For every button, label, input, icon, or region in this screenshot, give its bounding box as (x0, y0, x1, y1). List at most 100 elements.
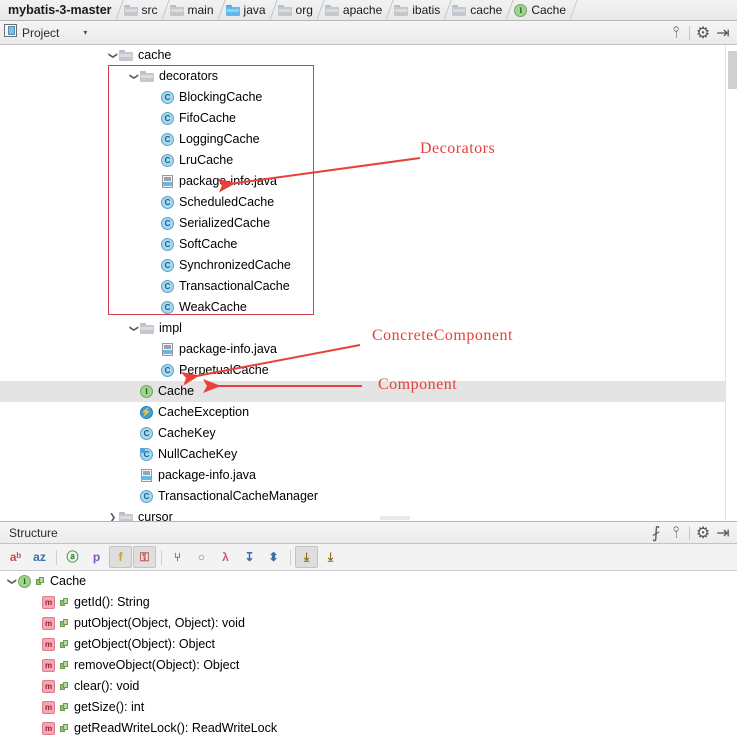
structure-tree-row[interactable]: m putObject(Object, Object): void (0, 613, 737, 634)
tree-row[interactable]: I Cache (0, 381, 737, 402)
tree-row-label: impl (159, 321, 182, 336)
tree-row[interactable]: cache (0, 45, 737, 66)
interface-icon: I (140, 385, 153, 398)
tree-row-label: package-info.java (179, 342, 277, 357)
show-interfaces-button[interactable]: ○ (190, 546, 213, 568)
structure-tree-row[interactable]: m getObject(Object): Object (0, 634, 737, 655)
tree-row-label: package-info.java (158, 468, 256, 483)
tree-row-label: CacheKey (158, 426, 216, 441)
structure-tree-row[interactable]: I Cache (0, 571, 737, 592)
method-icon: m (42, 596, 55, 609)
toolbar-icon-glyph: ⚿ (139, 550, 150, 564)
chevron-collapsed-icon[interactable] (106, 512, 119, 521)
project-toolwindow-title: Project (22, 25, 60, 40)
scrollbar-thumb[interactable] (728, 51, 737, 89)
tree-row[interactable]: C CacheKey (0, 423, 737, 444)
toolbar-divider (161, 549, 162, 565)
structure-tree-row-label: Cache (50, 574, 87, 589)
tree-row[interactable]: package-info.java (0, 339, 737, 360)
folder-icon (140, 323, 154, 334)
chevron-expanded-icon[interactable] (127, 323, 140, 334)
expand-all-button[interactable]: ⨏ (646, 523, 666, 543)
tree-row[interactable]: cursor (0, 507, 737, 521)
folder-icon (324, 4, 339, 16)
tree-row[interactable]: C NullCacheKey (0, 444, 737, 465)
hide-button[interactable]: ⇥ (713, 523, 733, 543)
sort-by-visibility-button[interactable]: aᵇ (4, 546, 27, 568)
breadcrumb-item-org[interactable]: org (273, 0, 320, 20)
show-non-public-button[interactable]: ⚿ (133, 546, 156, 568)
toolbar-icon-glyph: ⤓ (303, 550, 310, 564)
structure-toolbar[interactable]: aᵇ az ⓐ p f ⚿ ⑂ ○ λ ↧ ⬍ ⤓ ⤓ (0, 544, 737, 571)
autoscroll-from-source-button[interactable]: ⤓ (319, 546, 342, 568)
show-anonymous-classes-button[interactable]: ⓐ (61, 546, 84, 568)
breadcrumb-item-cache[interactable]: cache (447, 0, 509, 20)
structure-tree-row[interactable]: m getSize(): int (0, 697, 737, 718)
annotation-decorators: Decorators (420, 140, 496, 157)
toolbar-divider (56, 549, 57, 565)
project-tree-scrollbar[interactable] (725, 45, 737, 521)
breadcrumb-item-src[interactable]: src (119, 0, 165, 20)
interface-icon: I (18, 575, 31, 588)
structure-tree-row[interactable]: m getReadWriteLock(): ReadWriteLock (0, 718, 737, 739)
annotation-concrete-component: ConcreteComponent (372, 327, 513, 344)
public-visibility-icon (60, 724, 69, 733)
project-tree-panel[interactable]: cachedecoratorsCBlockingCacheCFifoCacheC… (0, 45, 737, 522)
breadcrumb-item-ibatis[interactable]: ibatis (389, 0, 447, 20)
tree-row-label: TransactionalCacheManager (158, 489, 319, 504)
gear-icon[interactable]: ⚙ (693, 23, 713, 43)
collapse-all-button[interactable]: ⬍ (262, 546, 285, 568)
structure-tree-row[interactable]: m removeObject(Object): Object (0, 655, 737, 676)
tree-row[interactable]: C PerpetualCache (0, 360, 737, 381)
structure-toolwindow-header: Structure ⨏ ⫯ ⚙ ⇥ (0, 522, 737, 544)
autoscroll-to-source-button[interactable]: ⤓ (295, 546, 318, 568)
breadcrumb: mybatis-3-master src main java org apache ibat… (0, 0, 737, 21)
breadcrumb-item-label: cache (470, 3, 503, 17)
gear-icon[interactable]: ⚙ (693, 523, 713, 543)
method-icon: m (42, 680, 55, 693)
toolbar-icon-glyph: ⤓ (327, 550, 334, 564)
chevron-expanded-icon[interactable] (5, 576, 18, 587)
structure-tree[interactable]: I Cache m getId(): String m putObject(Object,… (0, 571, 737, 739)
show-lambdas-button[interactable]: λ (214, 546, 237, 568)
show-properties-button[interactable]: p (85, 546, 108, 568)
method-icon: m (42, 638, 55, 651)
horizontal-scroll-hint[interactable] (380, 516, 410, 520)
chevron-down-icon[interactable]: ▾ (83, 28, 87, 37)
sort-alphabetically-button[interactable]: az (28, 546, 51, 568)
structure-tree-row[interactable]: m clear(): void (0, 676, 737, 697)
tree-row[interactable]: C TransactionalCacheManager (0, 486, 737, 507)
show-inherited-button[interactable]: ⑂ (166, 546, 189, 568)
collapse-all-button[interactable]: ⫯ (666, 523, 686, 543)
breadcrumb-item-mybatis-3-master[interactable]: mybatis-3-master (2, 0, 119, 20)
public-visibility-icon (60, 598, 69, 607)
tree-row-label: NullCacheKey (158, 447, 238, 462)
breadcrumb-item-java[interactable]: java (221, 0, 273, 20)
java-file-icon (161, 343, 174, 356)
hide-button[interactable]: ⇥ (713, 23, 733, 43)
tree-row-label: cache (138, 48, 172, 63)
expand-all-button[interactable]: ↧ (238, 546, 261, 568)
public-visibility-icon (60, 640, 69, 649)
structure-tree-row-label: putObject(Object, Object): void (74, 616, 245, 631)
structure-tree-row[interactable]: m getId(): String (0, 592, 737, 613)
method-icon: m (42, 701, 55, 714)
tree-row[interactable]: ⚡ CacheException (0, 402, 737, 423)
public-visibility-icon (60, 661, 69, 670)
project-toolwindow-header: Project ▾ ⫯ ⚙ ⇥ (0, 21, 737, 45)
structure-tree-row-label: getObject(Object): Object (74, 637, 216, 652)
breadcrumb-item-main[interactable]: main (165, 0, 221, 20)
tree-row[interactable]: impl (0, 318, 737, 339)
breadcrumb-item-apache[interactable]: apache (320, 0, 389, 20)
show-fields-button[interactable]: f (109, 546, 132, 568)
tree-row-label: PerpetualCache (179, 363, 269, 378)
public-visibility-icon (36, 577, 45, 586)
decorators-highlight-box (108, 65, 314, 315)
chevron-expanded-icon[interactable] (106, 50, 119, 61)
breadcrumb-item-cache[interactable]: I Cache (509, 0, 573, 20)
breadcrumb-item-label: org (295, 3, 313, 17)
collapse-all-button[interactable]: ⫯ (666, 23, 686, 43)
tree-row[interactable]: package-info.java (0, 465, 737, 486)
folder-icon (123, 4, 138, 16)
method-icon: m (42, 659, 55, 672)
